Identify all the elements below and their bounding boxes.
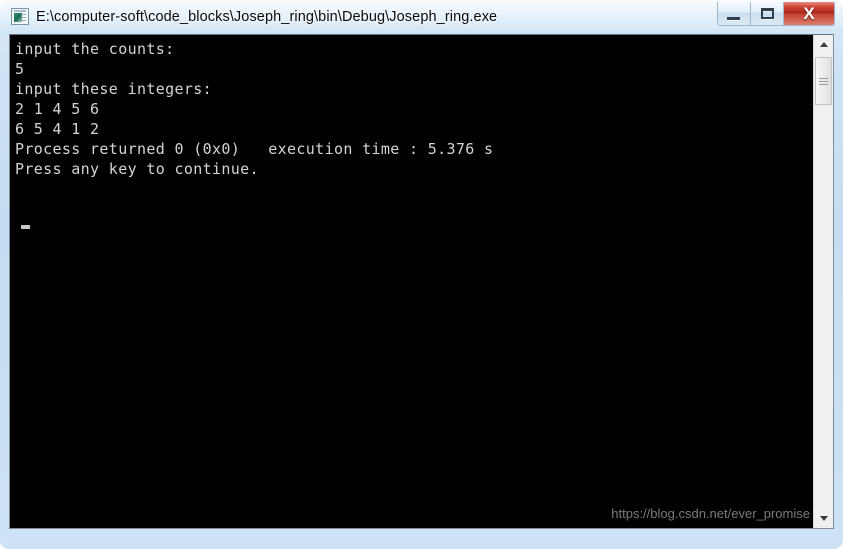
chevron-down-icon bbox=[819, 516, 828, 521]
maximize-icon bbox=[761, 8, 774, 19]
console-output-text: input the counts: 5 input these integers… bbox=[15, 40, 494, 178]
minimize-icon bbox=[727, 17, 740, 20]
minimize-button[interactable] bbox=[718, 2, 751, 25]
scrollbar-thumb[interactable] bbox=[815, 57, 832, 105]
window-title: E:\computer-soft\code_blocks\Joseph_ring… bbox=[36, 9, 498, 25]
scrollbar-track[interactable] bbox=[814, 53, 833, 510]
close-icon: X bbox=[803, 4, 815, 23]
icon-top-band bbox=[14, 10, 26, 12]
icon-text-line bbox=[21, 20, 26, 21]
icon-text-line bbox=[21, 17, 26, 18]
title-bar[interactable]: E:\computer-soft\code_blocks\Joseph_ring… bbox=[0, 0, 843, 33]
thumb-grip-line bbox=[819, 81, 828, 82]
thumb-grip-line bbox=[819, 78, 828, 79]
console-screen[interactable]: input the counts: 5 input these integers… bbox=[10, 35, 814, 528]
watermark-url: https://blog.csdn.net/ever_promise bbox=[611, 506, 810, 521]
console-cursor bbox=[21, 225, 30, 229]
scroll-down-button[interactable] bbox=[814, 510, 833, 528]
window-controls: X bbox=[717, 2, 835, 26]
console-client-area: input the counts: 5 input these integers… bbox=[9, 34, 834, 529]
console-window: E:\computer-soft\code_blocks\Joseph_ring… bbox=[0, 0, 843, 549]
scroll-up-button[interactable] bbox=[814, 35, 833, 53]
maximize-button[interactable] bbox=[751, 2, 784, 25]
chevron-up-icon bbox=[819, 42, 828, 47]
close-button[interactable]: X bbox=[784, 2, 834, 25]
thumb-grip-line bbox=[819, 84, 828, 85]
vertical-scrollbar[interactable] bbox=[813, 35, 833, 528]
console-app-icon bbox=[11, 8, 29, 25]
icon-text-line bbox=[21, 14, 26, 15]
